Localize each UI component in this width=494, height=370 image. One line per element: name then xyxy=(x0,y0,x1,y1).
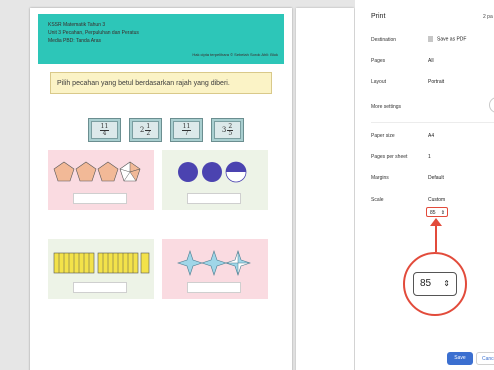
fraction-option-1: 11 4 xyxy=(88,118,121,142)
destination-label: Destination xyxy=(371,37,397,43)
zoomed-scale-value: 85 xyxy=(420,278,432,289)
pentagon-card xyxy=(48,150,154,210)
fraction-4-den: 5 xyxy=(228,129,233,137)
stepper-icon[interactable]: ⇕ xyxy=(443,273,450,295)
scale-label: Scale xyxy=(371,197,384,203)
stepper-icon[interactable]: ⇕ xyxy=(441,208,445,218)
fraction-option-4: 3 25 xyxy=(211,118,244,142)
paper-size-label: Paper size xyxy=(371,133,395,139)
paper-size-select[interactable]: A4 xyxy=(428,133,434,139)
layout-label: Layout xyxy=(371,79,387,85)
layout-select[interactable]: Portrait xyxy=(428,79,444,85)
scale-input[interactable]: 85 ⇕ xyxy=(426,207,448,217)
pages-per-sheet-select[interactable]: 1 xyxy=(428,154,431,160)
divider xyxy=(371,122,494,123)
fraction-options: 11 4 2 12 11 7 3 25 xyxy=(88,118,244,142)
margins-label: Margins xyxy=(371,175,389,181)
answer-box xyxy=(73,193,127,204)
fraction-option-2: 2 12 xyxy=(129,118,162,142)
page-count: 2 pa xyxy=(483,14,493,20)
fraction-2-whole: 2 xyxy=(139,126,145,134)
banner-line-2: Unit 3 Pecahan, Perpuluhan dan Peratus xyxy=(48,30,139,36)
fraction-2-den: 2 xyxy=(146,129,151,137)
scale-input-value: 85 xyxy=(430,210,436,216)
cancel-button[interactable]: Cance xyxy=(476,352,494,365)
answer-box xyxy=(73,282,127,293)
print-settings-panel: Print 2 pa Destination Save as PDF Pages… xyxy=(355,0,494,370)
preview-page-2 xyxy=(296,8,354,370)
preview-page: KSSR Matematik Tahun 3 Unit 3 Pecahan, P… xyxy=(30,8,292,370)
margins-select[interactable]: Default xyxy=(428,175,444,181)
circle-card xyxy=(162,150,268,210)
pages-label: Pages xyxy=(371,58,386,64)
save-button[interactable]: Save xyxy=(447,352,473,365)
pdf-file-icon xyxy=(428,36,433,42)
fraction-3-den: 7 xyxy=(184,129,189,137)
more-settings-toggle[interactable]: More settings xyxy=(371,104,401,110)
arrow-line xyxy=(435,224,437,252)
banner-line-3: Media PBD: Tanda Aras xyxy=(48,38,101,44)
scale-select[interactable]: Custom xyxy=(428,197,445,203)
pages-per-sheet-label: Pages per sheet xyxy=(371,154,408,160)
destination-select[interactable]: Save as PDF xyxy=(428,36,466,42)
banner-credit: Hak cipta terpelihara © Sebelah Sorok Ah… xyxy=(192,52,278,57)
worksheet-banner: KSSR Matematik Tahun 3 Unit 3 Pecahan, P… xyxy=(38,14,284,64)
answer-box xyxy=(187,193,241,204)
bar-card xyxy=(48,239,154,299)
scale-input-zoomed[interactable]: 85 ⇕ xyxy=(413,272,457,296)
banner-line-1: KSSR Matematik Tahun 3 xyxy=(48,22,106,28)
worksheet-instruction: Pilih pecahan yang betul berdasarkan raj… xyxy=(50,72,272,94)
star-card xyxy=(162,239,268,299)
pages-select[interactable]: All xyxy=(428,58,434,64)
destination-value: Save as PDF xyxy=(437,36,467,43)
fraction-4-whole: 3 xyxy=(221,126,227,134)
fraction-option-3: 11 7 xyxy=(170,118,203,142)
more-settings-expand-icon[interactable] xyxy=(489,97,494,113)
fraction-1-den: 4 xyxy=(102,129,107,137)
print-preview-area: KSSR Matematik Tahun 3 Unit 3 Pecahan, P… xyxy=(0,0,355,370)
answer-box xyxy=(187,282,241,293)
print-title: Print xyxy=(371,13,386,20)
